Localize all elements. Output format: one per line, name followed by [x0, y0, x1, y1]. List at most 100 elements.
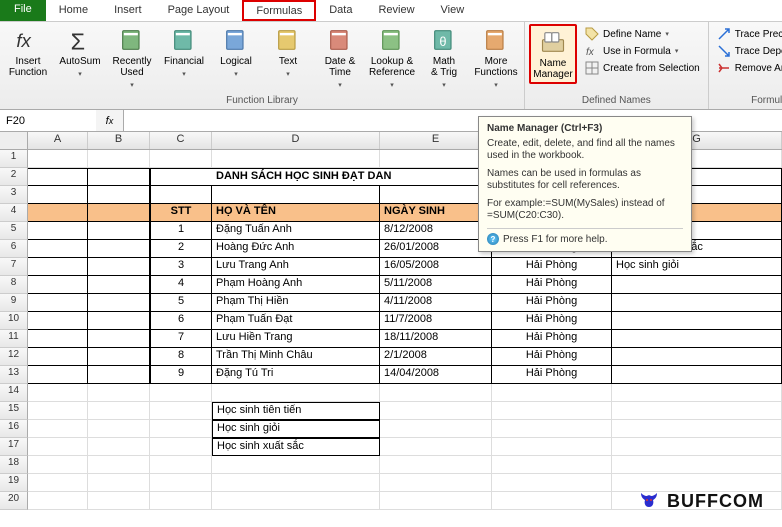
cell[interactable]: Hải Phòng — [492, 276, 612, 294]
row-header[interactable]: 13 — [0, 366, 28, 384]
cell[interactable] — [88, 330, 150, 348]
cell[interactable] — [612, 420, 782, 438]
row-header[interactable]: 18 — [0, 456, 28, 474]
cell[interactable]: 4 — [150, 276, 212, 294]
cell[interactable]: Đặng Tuấn Anh — [212, 222, 380, 240]
cell[interactable] — [88, 276, 150, 294]
row-header[interactable]: 16 — [0, 420, 28, 438]
cell[interactable] — [380, 150, 492, 168]
cell[interactable] — [88, 294, 150, 312]
cell[interactable] — [212, 186, 380, 204]
cell[interactable] — [612, 366, 782, 384]
cell[interactable] — [492, 474, 612, 492]
col-header[interactable]: E — [380, 132, 492, 149]
cell[interactable]: Học sinh xuất sắc — [212, 438, 380, 456]
row-header[interactable]: 8 — [0, 276, 28, 294]
file-tab[interactable]: File — [0, 0, 46, 21]
cell[interactable] — [28, 276, 88, 294]
cell[interactable] — [150, 384, 212, 402]
cell[interactable]: Hải Phòng — [492, 258, 612, 276]
cell[interactable]: Hải Phòng — [492, 330, 612, 348]
cell[interactable] — [492, 438, 612, 456]
cell[interactable]: Đặng Tú Tri — [212, 366, 380, 384]
row-header[interactable]: 7 — [0, 258, 28, 276]
define-name-button[interactable]: Define Name — [581, 26, 704, 42]
row-header[interactable]: 12 — [0, 348, 28, 366]
col-header[interactable]: A — [28, 132, 88, 149]
cell[interactable] — [88, 348, 150, 366]
tab-home[interactable]: Home — [46, 0, 101, 21]
row-header[interactable]: 9 — [0, 294, 28, 312]
cell[interactable] — [380, 420, 492, 438]
row-header[interactable]: 5 — [0, 222, 28, 240]
cell[interactable] — [150, 186, 212, 204]
cell[interactable] — [150, 456, 212, 474]
name-manager-button[interactable]: Name Manager — [529, 24, 577, 84]
insert-function-button[interactable]: fx Insert Function — [4, 24, 52, 80]
cell[interactable] — [88, 222, 150, 240]
cell[interactable] — [88, 402, 150, 420]
cell[interactable] — [88, 186, 150, 204]
cell[interactable]: 4/11/2008 — [380, 294, 492, 312]
cell[interactable] — [28, 420, 88, 438]
cell[interactable]: DANH SÁCH HỌC SINH ĐẠT DAN — [212, 168, 380, 186]
cell[interactable] — [212, 384, 380, 402]
fx-button[interactable]: fx — [96, 110, 124, 131]
cell[interactable] — [28, 402, 88, 420]
cell[interactable]: Phạm Tuấn Đạt — [212, 312, 380, 330]
cell[interactable] — [380, 438, 492, 456]
cell[interactable]: 2 — [150, 240, 212, 258]
cell[interactable]: Học sinh giỏi — [612, 258, 782, 276]
cell[interactable]: Hải Phòng — [492, 312, 612, 330]
cell[interactable] — [88, 204, 150, 222]
cell[interactable] — [88, 366, 150, 384]
tab-insert[interactable]: Insert — [101, 0, 155, 21]
cell[interactable] — [380, 492, 492, 510]
cell[interactable] — [28, 222, 88, 240]
row-header[interactable]: 3 — [0, 186, 28, 204]
cell[interactable] — [380, 474, 492, 492]
cell[interactable]: Phạm Thị Hiền — [212, 294, 380, 312]
cell[interactable]: Học sinh tiên tiến — [212, 402, 380, 420]
row-header[interactable]: 4 — [0, 204, 28, 222]
row-header[interactable]: 6 — [0, 240, 28, 258]
row-header[interactable]: 15 — [0, 402, 28, 420]
cell[interactable] — [88, 258, 150, 276]
cell[interactable] — [28, 186, 88, 204]
create-from-selection-button[interactable]: Create from Selection — [581, 60, 704, 76]
cell[interactable]: 5/11/2008 — [380, 276, 492, 294]
cell[interactable]: STT — [150, 204, 212, 222]
cell[interactable] — [380, 186, 492, 204]
cell[interactable] — [380, 168, 492, 186]
tab-data[interactable]: Data — [316, 0, 365, 21]
cell[interactable] — [492, 402, 612, 420]
cell[interactable] — [28, 492, 88, 510]
cell[interactable]: Học sinh giỏi — [212, 420, 380, 438]
cell[interactable] — [28, 330, 88, 348]
cell[interactable] — [612, 276, 782, 294]
cell[interactable] — [612, 348, 782, 366]
cell[interactable] — [612, 330, 782, 348]
tab-page-layout[interactable]: Page Layout — [155, 0, 243, 21]
cell[interactable] — [212, 474, 380, 492]
tab-view[interactable]: View — [428, 0, 478, 21]
cell[interactable] — [28, 240, 88, 258]
col-header[interactable]: C — [150, 132, 212, 149]
cell[interactable] — [28, 348, 88, 366]
remove-arrows-button[interactable]: Remove Arrows — [713, 60, 782, 76]
cell[interactable] — [88, 168, 150, 186]
cell[interactable]: 2/1/2008 — [380, 348, 492, 366]
cell[interactable] — [380, 402, 492, 420]
cell[interactable]: HỌ VÀ TÊN — [212, 204, 380, 222]
cell[interactable] — [88, 492, 150, 510]
col-header[interactable]: D — [212, 132, 380, 149]
date-time-button[interactable]: Date & Time — [316, 24, 364, 93]
cell[interactable] — [88, 456, 150, 474]
row-header[interactable]: 20 — [0, 492, 28, 510]
tab-review[interactable]: Review — [365, 0, 427, 21]
cell[interactable] — [492, 420, 612, 438]
trace-dependents-button[interactable]: Trace Dependents — [713, 43, 782, 59]
cell[interactable] — [88, 384, 150, 402]
cell[interactable] — [212, 456, 380, 474]
cell[interactable] — [28, 366, 88, 384]
